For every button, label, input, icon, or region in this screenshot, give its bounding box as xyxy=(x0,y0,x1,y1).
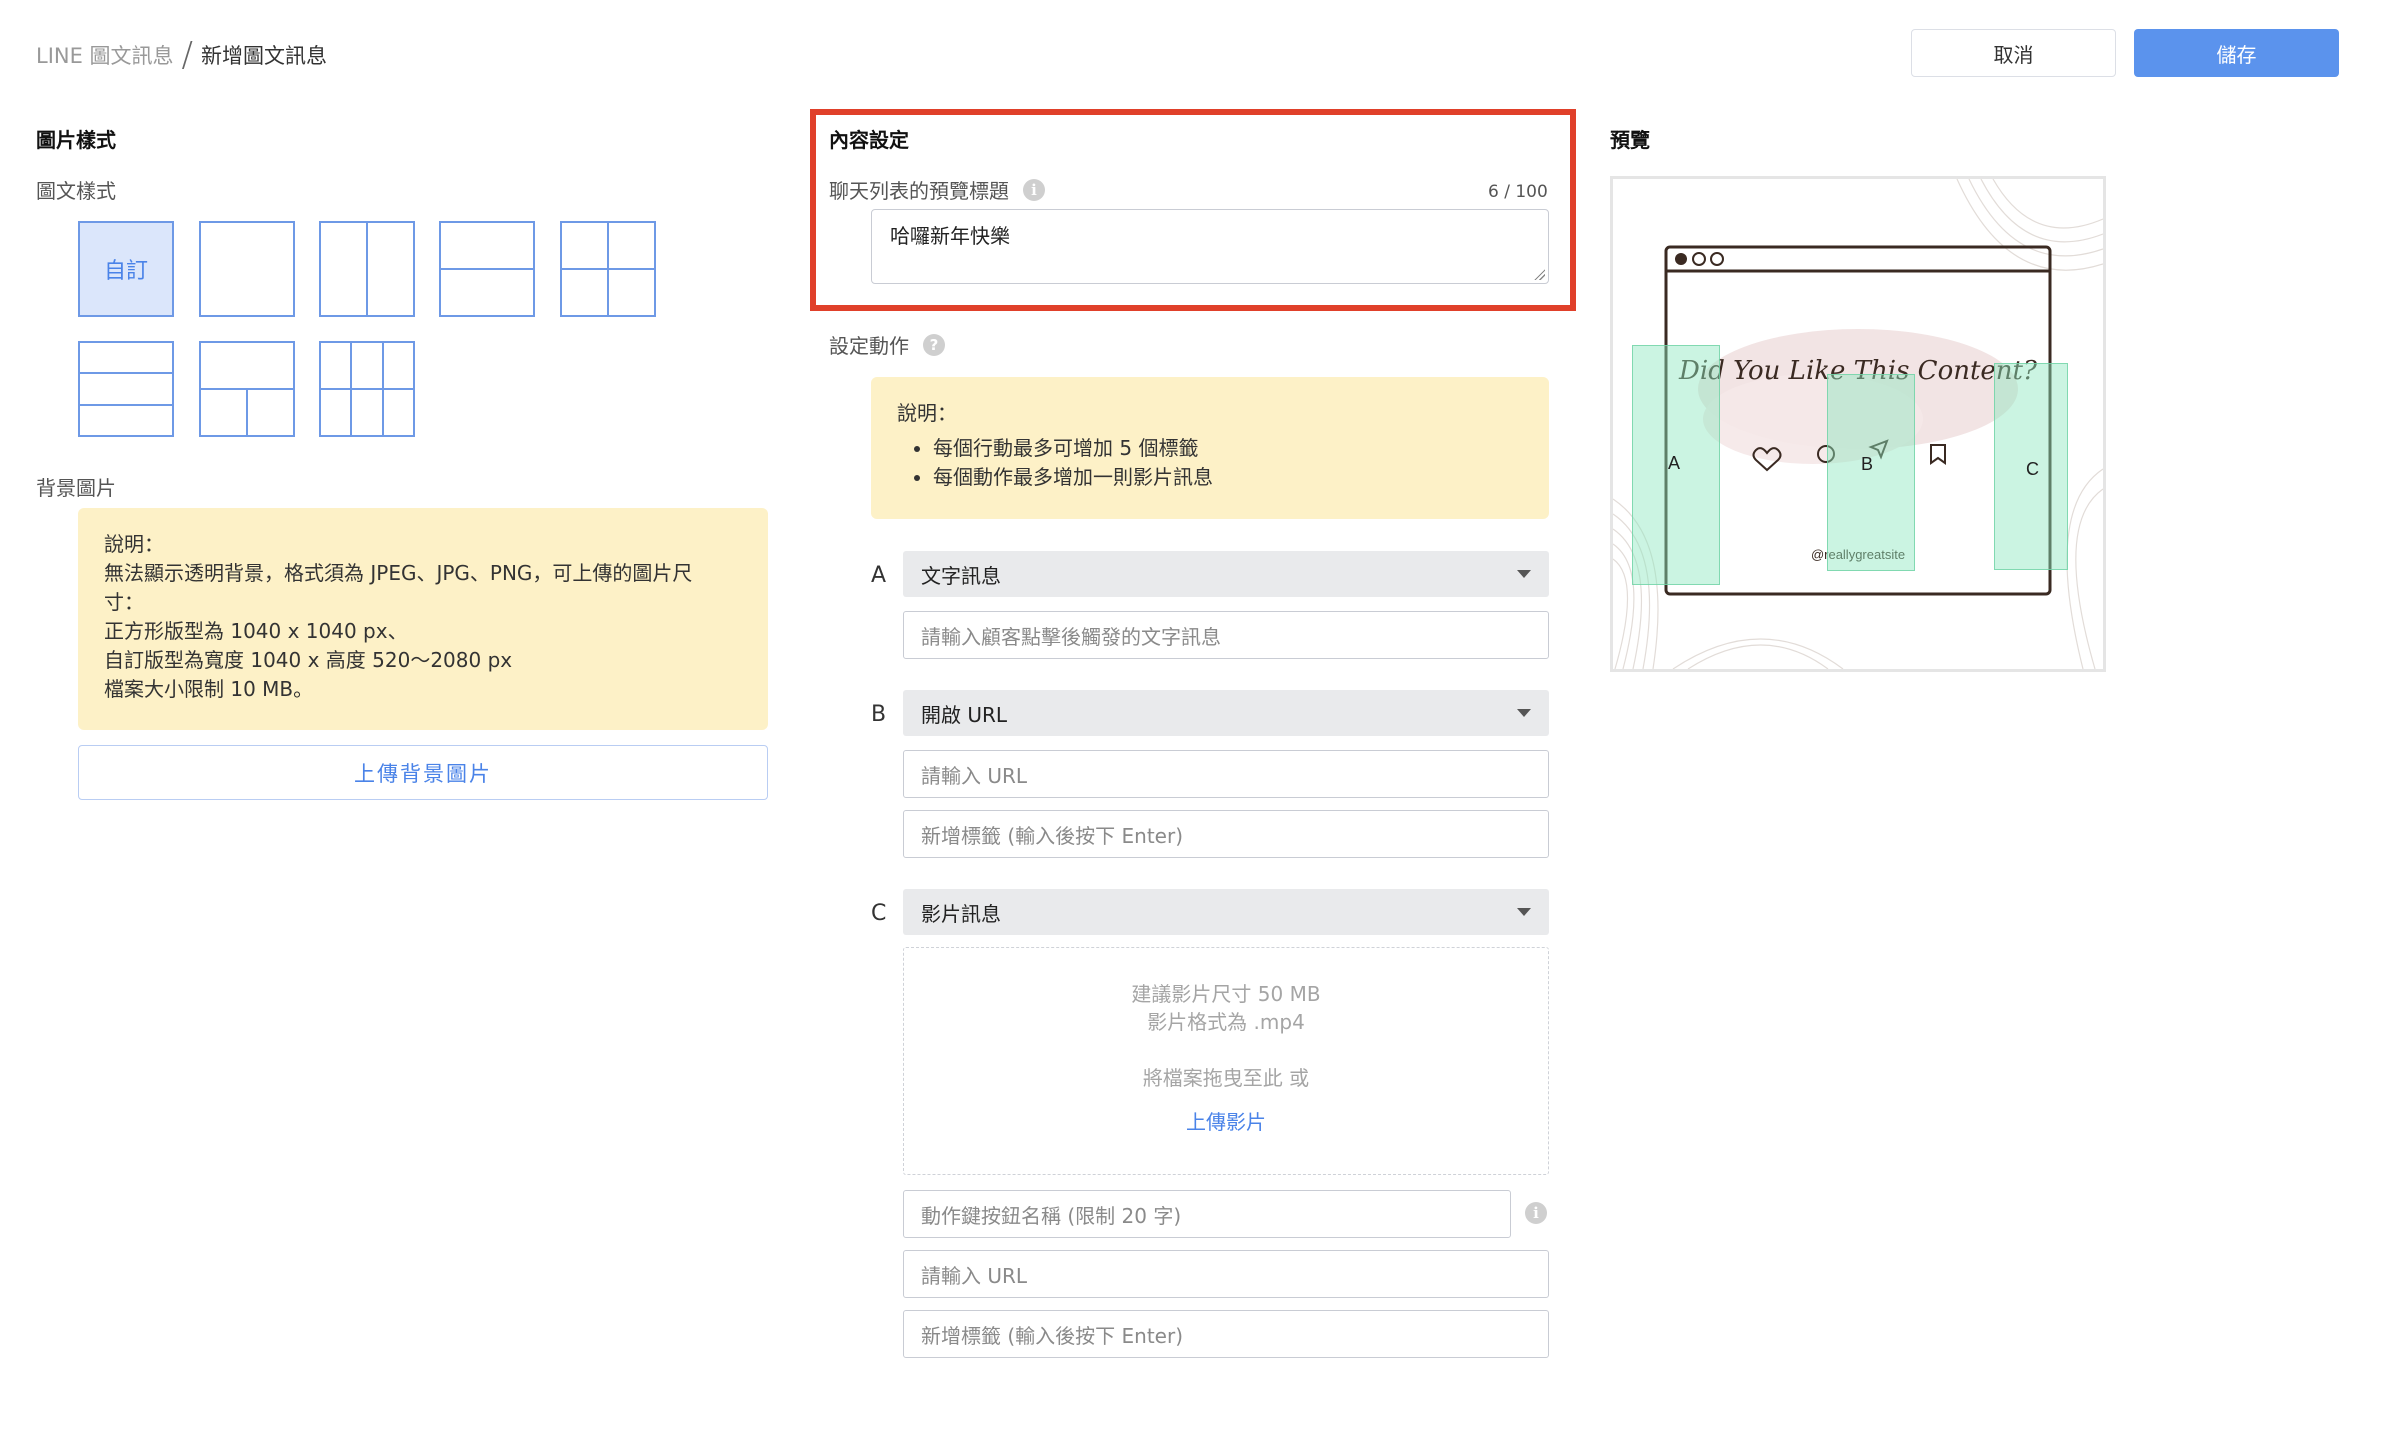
video-dropzone[interactable]: 建議影片尺寸 50 MB 影片格式為 .mp4 將檔案拖曳至此 或 上傳影片 xyxy=(903,947,1549,1175)
layout-top-two-bottom[interactable] xyxy=(199,341,295,437)
background-note: 說明： 無法顯示透明背景，格式須為 JPEG、JPG、PNG，可上傳的圖片尺 寸… xyxy=(78,508,768,730)
drop-size-hint: 建議影片尺寸 50 MB xyxy=(1131,982,1321,1006)
slot-a-letter: A xyxy=(871,563,887,588)
slot-a-action-select[interactable]: 文字訊息 xyxy=(903,551,1549,597)
tap-area-b-label: B xyxy=(1861,454,1874,474)
note-line: 自訂版型為寬度 1040 x 高度 520～2080 px xyxy=(104,648,513,672)
preview-title-textarea[interactable]: 哈囉新年快樂 xyxy=(871,209,1549,284)
slot-b-letter: B xyxy=(871,702,887,727)
caret-down-icon xyxy=(1517,570,1531,578)
breadcrumb-current: 新增圖文訊息 xyxy=(201,44,328,68)
image-style-title: 圖片樣式 xyxy=(36,128,116,152)
content-settings-title: 內容設定 xyxy=(829,128,909,152)
breadcrumb-parent[interactable]: LINE 圖文訊息 xyxy=(36,40,174,70)
slot-a-action-value: 文字訊息 xyxy=(921,563,1001,588)
tap-area-c-label: C xyxy=(2026,459,2039,479)
note-line: 寸： xyxy=(104,590,144,614)
layout-custom[interactable]: 自訂 xyxy=(78,221,174,317)
breadcrumb-separator: / xyxy=(181,35,194,75)
help-icon[interactable]: ? xyxy=(923,333,945,356)
upload-background-button[interactable]: 上傳背景圖片 xyxy=(78,745,768,800)
slot-c-button-name-input[interactable]: 動作鍵按鈕名稱 (限制 20 字) xyxy=(903,1190,1511,1238)
char-count: 6 / 100 xyxy=(1488,182,1548,202)
actions-note-title: 說明： xyxy=(897,401,957,425)
drop-instruction: 將檔案拖曳至此 或 xyxy=(1142,1066,1310,1090)
layout-four-grid[interactable] xyxy=(560,221,656,317)
note-line: 檔案大小限制 10 MB。 xyxy=(104,677,314,701)
info-icon[interactable]: i xyxy=(1023,178,1045,201)
preview-title-label: 聊天列表的預覽標題 xyxy=(829,179,1009,203)
preview-title-label-row: 聊天列表的預覽標題 i xyxy=(829,175,1045,204)
preview-title-value: 哈囉新年快樂 xyxy=(890,224,1010,248)
preview-title: 預覽 xyxy=(1610,128,1650,152)
info-icon[interactable]: i xyxy=(1525,1202,1547,1224)
drop-format-hint: 影片格式為 .mp4 xyxy=(1147,1010,1305,1034)
save-button[interactable]: 儲存 xyxy=(2134,29,2339,77)
slot-c-letter: C xyxy=(871,901,887,926)
breadcrumb: LINE 圖文訊息 / 新增圖文訊息 xyxy=(36,38,327,72)
slot-c-action-value: 影片訊息 xyxy=(921,901,1001,926)
caret-down-icon xyxy=(1517,709,1531,717)
upload-video-link[interactable]: 上傳影片 xyxy=(904,1108,1548,1136)
actions-label: 設定動作 xyxy=(829,334,909,358)
layout-two-rows[interactable] xyxy=(439,221,535,317)
bookmark-icon xyxy=(1930,444,1946,465)
actions-note: 說明： 每個行動最多可增加 5 個標籤 每個動作最多增加一則影片訊息 xyxy=(871,377,1549,519)
cancel-button[interactable]: 取消 xyxy=(1911,29,2116,77)
layout-two-columns[interactable] xyxy=(319,221,415,317)
caret-down-icon xyxy=(1517,908,1531,916)
layout-three-rows[interactable] xyxy=(78,341,174,437)
preview-image: Did You Like This Content? @reallygreats… xyxy=(1610,176,2106,672)
tap-area-a-label: A xyxy=(1668,453,1681,473)
slot-b-action-select[interactable]: 開啟 URL xyxy=(903,690,1549,736)
note-line: 無法顯示透明背景，格式須為 JPEG、JPG、PNG，可上傳的圖片尺 xyxy=(104,561,693,585)
note-line: 正方形版型為 1040 x 1040 px、 xyxy=(104,619,408,643)
slot-b-action-value: 開啟 URL xyxy=(921,702,1008,727)
resize-handle-icon[interactable] xyxy=(1533,268,1545,280)
layout-style-label: 圖文樣式 xyxy=(36,179,116,203)
layout-six-grid[interactable] xyxy=(319,341,415,437)
slot-c-tag-input[interactable]: 新增標籤 (輸入後按下 Enter) xyxy=(903,1310,1549,1358)
actions-label-row: 設定動作 ? xyxy=(829,330,945,359)
note-title: 說明： xyxy=(104,532,164,556)
slot-b-tag-input[interactable]: 新增標籤 (輸入後按下 Enter) xyxy=(903,810,1549,858)
layout-single[interactable] xyxy=(199,221,295,317)
slot-b-url-input[interactable]: 請輸入 URL xyxy=(903,750,1549,798)
slot-c-action-select[interactable]: 影片訊息 xyxy=(903,889,1549,935)
slot-a-text-input[interactable]: 請輸入顧客點擊後觸發的文字訊息 xyxy=(903,611,1549,659)
actions-note-item: 每個行動最多可增加 5 個標籤 xyxy=(933,434,1523,463)
background-image-label: 背景圖片 xyxy=(36,476,116,500)
actions-note-item: 每個動作最多增加一則影片訊息 xyxy=(933,463,1523,492)
slot-c-url-input[interactable]: 請輸入 URL xyxy=(903,1250,1549,1298)
